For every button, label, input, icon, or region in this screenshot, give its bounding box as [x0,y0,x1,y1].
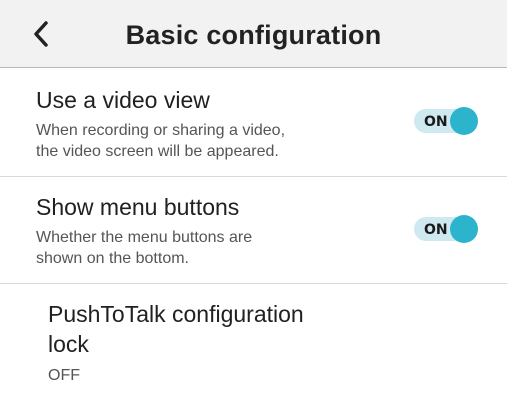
setting-title-line1: PushToTalk configuration [48,301,304,327]
setting-title: Use a video view [36,87,210,113]
setting-title-line2: lock [48,331,89,357]
toggle-state-label: ON [424,114,448,130]
setting-show-menu-buttons[interactable]: Show menu buttons Whether the menu butto… [0,177,507,284]
setting-ptt-config-lock[interactable]: PushToTalk configuration lock OFF [0,284,507,394]
video-view-toggle[interactable]: ON [414,106,480,136]
setting-value: OFF [48,367,80,384]
setting-description-line2: shown on the bottom. [36,250,189,267]
menu-buttons-toggle[interactable]: ON [414,214,480,244]
toggle-knob [450,107,478,135]
setting-description-line2: the video screen will be appeared. [36,143,279,160]
toggle-state-label: ON [424,222,448,238]
setting-use-video-view[interactable]: Use a video view When recording or shari… [0,68,507,177]
page-title: Basic configuration [125,20,382,50]
app-bar: Basic configuration [0,0,507,68]
setting-description-line1: When recording or sharing a video, [36,122,286,139]
toggle-knob [450,215,478,243]
setting-title: Show menu buttons [36,194,240,220]
setting-description-line1: Whether the menu buttons are [36,229,253,246]
